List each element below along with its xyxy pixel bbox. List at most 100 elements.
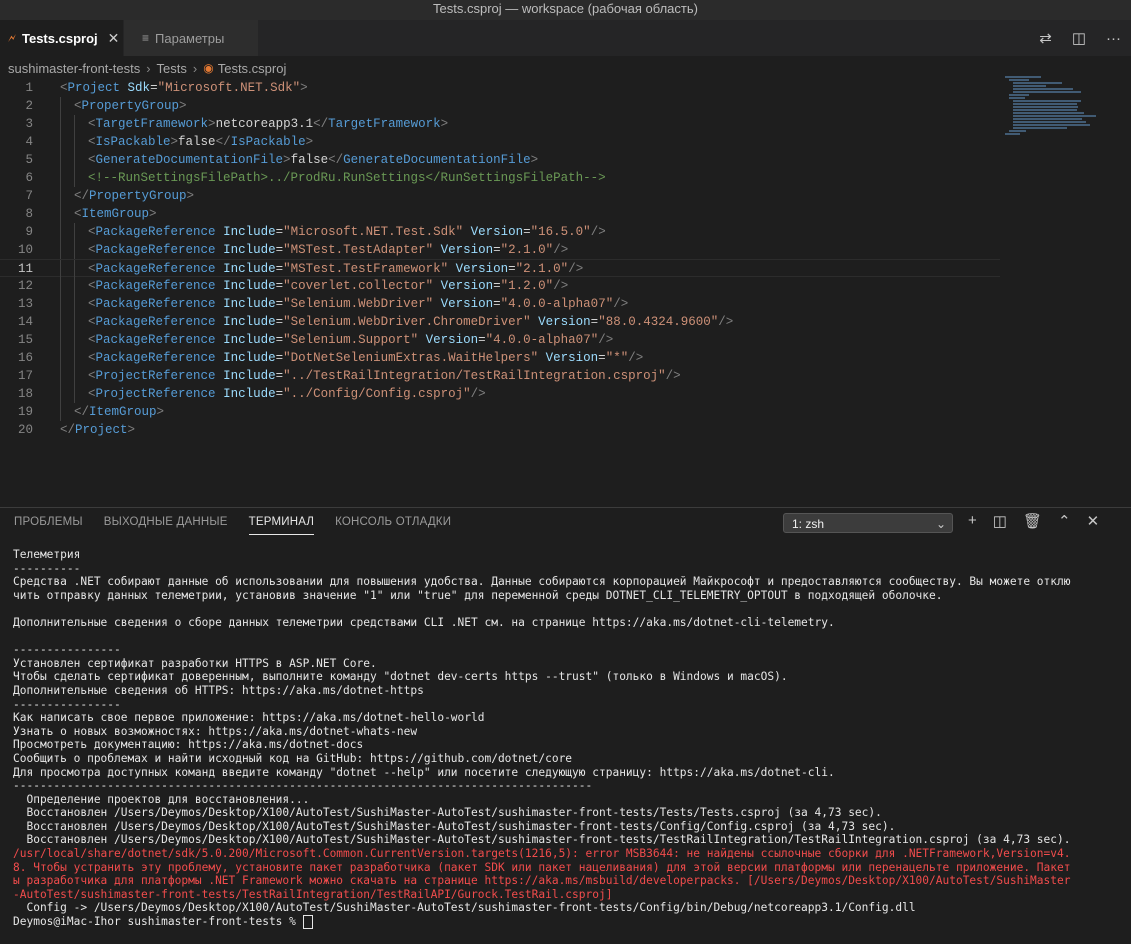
code-line[interactable]: 4 <IsPackable>false</IsPackable> bbox=[0, 133, 1000, 151]
panel-tab[interactable]: КОНСОЛЬ ОТЛАДКИ bbox=[335, 516, 451, 535]
code-line[interactable]: 16 <PackageReference Include="DotNetSelen… bbox=[0, 349, 1000, 367]
add-terminal-icon[interactable]: + bbox=[968, 512, 977, 530]
tab-label: Tests.csproj bbox=[22, 30, 98, 46]
line-number: 3 bbox=[25, 117, 33, 131]
breadcrumb-item-file[interactable]: Tests.csproj bbox=[218, 61, 287, 76]
breadcrumb-item-folder[interactable]: Tests bbox=[157, 61, 187, 76]
minimap-line bbox=[1005, 76, 1041, 78]
chevron-right-icon: › bbox=[192, 60, 198, 76]
code-text: <GenerateDocumentationFile>false</Genera… bbox=[88, 153, 539, 167]
code-line[interactable]: 2 <PropertyGroup> bbox=[0, 97, 1000, 115]
code-line[interactable]: 10 <PackageReference Include="MSTest.Test… bbox=[0, 241, 1000, 259]
line-number: 12 bbox=[17, 279, 33, 293]
panel-tab[interactable]: ТЕРМИНАЛ bbox=[248, 516, 315, 535]
code-text: </ItemGroup> bbox=[74, 405, 165, 419]
terminal-cursor bbox=[302, 915, 313, 930]
minimap[interactable] bbox=[1005, 76, 1115, 135]
minimap-line bbox=[1013, 109, 1077, 111]
line-number: 19 bbox=[17, 405, 33, 419]
indent-guide bbox=[74, 385, 75, 403]
code-line[interactable]: 3 <TargetFramework>netcoreapp3.1</TargetF… bbox=[0, 115, 1000, 133]
line-number: 4 bbox=[25, 135, 33, 149]
panel-tab[interactable]: ВЫХОДНЫЕ ДАННЫЕ bbox=[104, 516, 228, 535]
terminal-line: Дополнительные сведения об HTTPS: https:… bbox=[13, 683, 424, 697]
code-text: <Project Sdk="Microsoft.NET.Sdk"> bbox=[60, 81, 308, 95]
line-number: 9 bbox=[25, 225, 33, 239]
code-line[interactable]: 11 <PackageReference Include="MSTest.Test… bbox=[0, 259, 1000, 278]
indent-guide bbox=[74, 115, 75, 133]
code-text: <PackageReference Include="Microsoft.NET… bbox=[88, 225, 606, 239]
code-line[interactable]: 18 <ProjectReference Include="../Config/C… bbox=[0, 385, 1000, 403]
terminal-line: Восстановлен /Users/Deymos/Desktop/X100/… bbox=[13, 833, 1071, 847]
line-number: 6 bbox=[25, 171, 33, 185]
code-line[interactable]: 19 </ItemGroup> bbox=[0, 403, 1000, 421]
terminal-line: Восстановлен /Users/Deymos/Desktop/X100/… bbox=[13, 819, 896, 833]
code-line[interactable]: 6 <!--RunSettingsFilePath>../ProdRu.RunSe… bbox=[0, 169, 1000, 187]
code-line[interactable]: 8 <ItemGroup> bbox=[0, 205, 1000, 223]
code-text: <PropertyGroup> bbox=[74, 99, 187, 113]
code-line[interactable]: 1 <Project Sdk="Microsoft.NET.Sdk"> bbox=[0, 79, 1000, 97]
line-number: 11 bbox=[17, 262, 33, 276]
trash-icon[interactable]: 🗑 bbox=[1023, 512, 1042, 530]
minimap-line bbox=[1013, 124, 1091, 126]
minimap-line bbox=[1013, 100, 1082, 102]
code-text: <PackageReference Include="MSTest.TestFr… bbox=[88, 262, 584, 276]
minimap-line bbox=[1013, 85, 1046, 87]
panel-tabs: ПРОБЛЕМЫ ВЫХОДНЫЕ ДАННЫЕ ТЕРМИНАЛ КОНСОЛЬ О… bbox=[14, 516, 451, 535]
more-actions-icon[interactable]: ··· bbox=[1106, 30, 1121, 47]
compare-changes-icon[interactable]: ⇄ bbox=[1039, 29, 1052, 47]
indent-guide bbox=[60, 151, 61, 169]
terminal-line: Средства .NET собирают данные об использ… bbox=[13, 575, 1071, 589]
code-line[interactable]: 14 <PackageReference Include="Selenium.We… bbox=[0, 313, 1000, 331]
line-number: 15 bbox=[17, 333, 33, 347]
chevron-right-icon: › bbox=[146, 60, 151, 76]
indent-guide bbox=[60, 223, 61, 241]
code-editor[interactable]: 1 <Project Sdk="Microsoft.NET.Sdk"> 2 <Prop… bbox=[0, 77, 1131, 507]
terminal-output[interactable]: Телеметрия ---------- Средства .NET собира… bbox=[13, 548, 1071, 930]
breadcrumb-item-root[interactable]: sushimaster-front-tests bbox=[8, 61, 140, 76]
minimap-line bbox=[1013, 91, 1082, 93]
indent-guide bbox=[74, 313, 75, 331]
code-line[interactable]: 13 <PackageReference Include="Selenium.We… bbox=[0, 295, 1000, 313]
code-line[interactable]: 12 <PackageReference Include="coverlet.co… bbox=[0, 277, 1000, 295]
terminal-select[interactable]: 1: zsh ⌄ bbox=[783, 513, 953, 533]
close-icon[interactable]: ✕ bbox=[1087, 512, 1100, 530]
indent-guide bbox=[74, 151, 75, 169]
terminal-line: чить отправку данных телеметрии, установ… bbox=[13, 588, 943, 602]
indent-guide bbox=[60, 97, 61, 115]
terminal-prompt[interactable]: Deymos@iMac-Ihor sushimaster-front-tests… bbox=[13, 915, 1070, 930]
indent-guide bbox=[60, 403, 61, 421]
code-line[interactable]: 15 <PackageReference Include="Selenium.Su… bbox=[0, 331, 1000, 349]
rss-icon: 🗲 bbox=[8, 30, 16, 45]
panel-tab[interactable]: ПРОБЛЕМЫ bbox=[14, 516, 83, 535]
indent-guide bbox=[74, 295, 75, 313]
code-line[interactable]: 7 </PropertyGroup> bbox=[0, 187, 1000, 205]
minimap-line bbox=[1013, 115, 1097, 117]
line-number: 14 bbox=[17, 315, 33, 329]
tab-label: Параметры bbox=[155, 30, 225, 46]
code-line[interactable]: 9 <PackageReference Include="Microsoft.NE… bbox=[0, 223, 1000, 241]
tab-settings[interactable]: ≡ Параметры bbox=[124, 20, 258, 56]
tab-tests-csproj[interactable]: 🗲 Tests.csproj ✕ bbox=[0, 20, 123, 56]
code-line[interactable]: 17 <ProjectReference Include="../TestRail… bbox=[0, 367, 1000, 385]
line-number: 8 bbox=[25, 207, 33, 221]
close-icon[interactable]: ✕ bbox=[108, 30, 120, 47]
code-text: <IsPackable>false</IsPackable> bbox=[88, 135, 314, 149]
code-line[interactable]: 20 </Project> bbox=[0, 421, 1000, 439]
split-editor-icon[interactable]: ◫ bbox=[1072, 29, 1086, 47]
terminal-line: Как написать свое первое приложение: htt… bbox=[13, 711, 485, 725]
split-terminal-icon[interactable]: ◫ bbox=[993, 512, 1007, 530]
indent-guide bbox=[60, 260, 61, 278]
line-number: 1 bbox=[25, 81, 33, 95]
code-line[interactable]: 5 <GenerateDocumentationFile>false</Gener… bbox=[0, 151, 1000, 169]
terminal-line: Дополнительные сведения о сборе данных т… bbox=[13, 615, 835, 629]
indent-guide bbox=[60, 241, 61, 259]
chevron-up-icon[interactable]: ⌃ bbox=[1058, 512, 1071, 530]
terminal-line: ---------------- bbox=[13, 643, 121, 657]
line-number: 10 bbox=[17, 243, 33, 257]
minimap-line bbox=[1005, 133, 1020, 135]
terminal-select-value: 1: zsh bbox=[792, 517, 825, 531]
line-number: 2 bbox=[25, 99, 33, 113]
